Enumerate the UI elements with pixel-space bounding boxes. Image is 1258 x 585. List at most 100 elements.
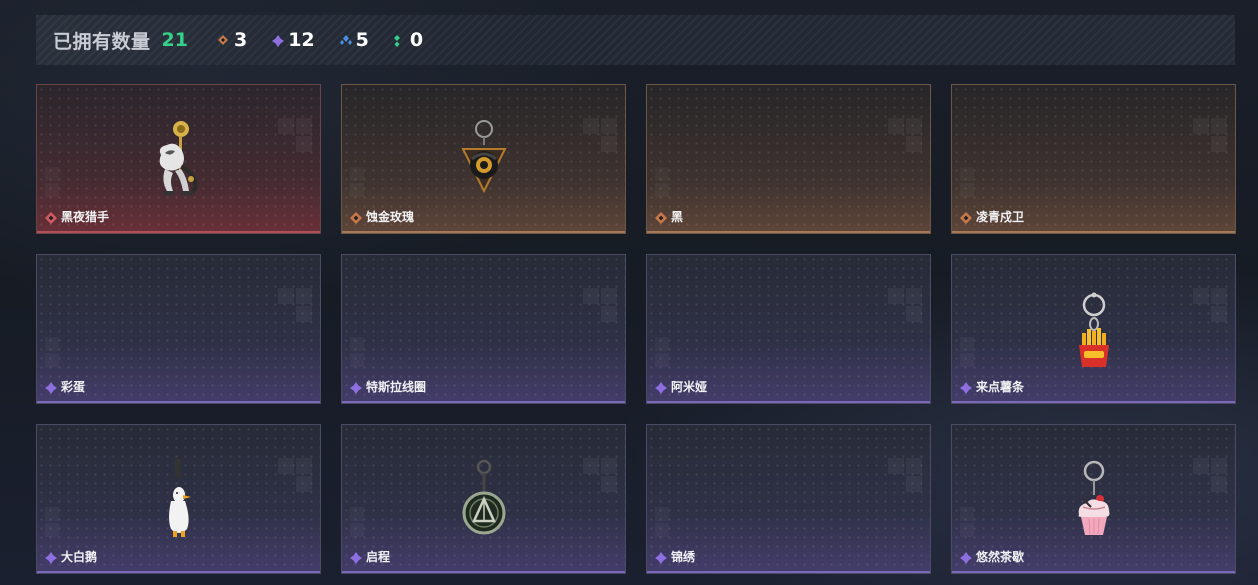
- card-decoration: [1193, 288, 1229, 328]
- charm-label: 悠然茶歇: [960, 548, 1024, 565]
- charm-card-jinxiu[interactable]: 锦绣: [646, 424, 931, 574]
- charm-card-gold-rose[interactable]: 蚀金玫瑰: [341, 84, 626, 234]
- charm-card-white-goose[interactable]: 大白鹅: [36, 424, 321, 574]
- gold-rose-charm-icon: [459, 119, 509, 201]
- card-decoration: [583, 288, 619, 328]
- charm-name: 彩蛋: [61, 380, 86, 394]
- charm-label: 锦绣: [655, 548, 695, 565]
- charm-label: 启程: [350, 548, 390, 565]
- charm-name: 悠然茶歇: [976, 550, 1025, 564]
- charm-card-easter-egg[interactable]: 彩蛋: [36, 254, 321, 404]
- green-rarity-count: 0: [393, 29, 424, 51]
- blue-rarity-count: 5: [339, 29, 369, 51]
- charm-name: 阿米娅: [671, 380, 708, 394]
- charm-label: 蚀金玫瑰: [350, 208, 414, 225]
- blue-count-value: 5: [355, 29, 369, 51]
- green-count-value: 0: [409, 29, 424, 51]
- purple-gem-icon: [960, 381, 972, 394]
- rarity-bar: [342, 231, 625, 233]
- night-hunter-charm-icon: [151, 119, 207, 205]
- charm-name: 锦绣: [671, 550, 696, 564]
- rarity-bar: [647, 571, 930, 573]
- card-decoration: [1193, 118, 1229, 158]
- charm-name: 黑夜猎手: [61, 210, 110, 224]
- charm-name: 启程: [366, 550, 391, 564]
- charm-card-departure[interactable]: 启程: [341, 424, 626, 574]
- green-gem-icon: [393, 35, 404, 47]
- orange-gem-icon: [350, 211, 362, 224]
- charm-card-tesla-coil[interactable]: 特斯拉线圈: [341, 254, 626, 404]
- card-decoration: [350, 507, 372, 547]
- rarity-bar: [342, 571, 625, 573]
- orange-gem-icon: [655, 211, 667, 224]
- card-decoration: [45, 167, 67, 207]
- charm-name: 特斯拉线圈: [366, 380, 427, 394]
- owned-count-title: 已拥有数量: [53, 30, 151, 53]
- rarity-bar: [952, 401, 1235, 403]
- card-decoration: [583, 458, 619, 498]
- orange-rarity-count: 3: [217, 29, 248, 51]
- charm-name: 来点薯条: [976, 380, 1025, 394]
- purple-gem-icon: [350, 381, 362, 394]
- card-decoration: [888, 458, 924, 498]
- card-decoration: [583, 118, 619, 158]
- red-gem-icon: [45, 211, 57, 224]
- purple-gem-icon: [655, 551, 667, 564]
- charm-label: 阿米娅: [655, 378, 707, 395]
- purple-gem-icon: [45, 381, 57, 394]
- card-decoration: [960, 337, 982, 377]
- charm-card-amiya[interactable]: 阿米娅: [646, 254, 931, 404]
- charm-label: 特斯拉线圈: [350, 378, 426, 395]
- card-decoration: [888, 288, 924, 328]
- rarity-bar: [647, 231, 930, 233]
- charm-label: 大白鹅: [45, 548, 97, 565]
- card-decoration: [960, 167, 982, 207]
- fries-keychain-icon: [1074, 291, 1114, 377]
- card-decoration: [45, 337, 67, 377]
- card-decoration: [278, 118, 314, 158]
- rarity-bar: [37, 571, 320, 573]
- charm-card-night-hunter[interactable]: 黑夜猎手: [36, 84, 321, 234]
- rarity-bar: [342, 401, 625, 403]
- card-decoration: [350, 337, 372, 377]
- rarity-bar: [37, 401, 320, 403]
- orange-gem-icon: [960, 211, 972, 224]
- card-decoration: [888, 118, 924, 158]
- card-decoration: [655, 167, 677, 207]
- charm-card-fries[interactable]: 来点薯条: [951, 254, 1236, 404]
- card-decoration: [960, 507, 982, 547]
- charm-label: 凌青戍卫: [960, 208, 1024, 225]
- purple-gem-icon: [272, 35, 285, 47]
- card-decoration: [350, 167, 372, 207]
- orange-gem-icon: [217, 35, 228, 45]
- owned-summary-bar: 已拥有数量 21 3 12 5 0: [36, 15, 1235, 65]
- rarity-bar: [647, 401, 930, 403]
- orange-count-value: 3: [233, 29, 248, 51]
- card-decoration: [278, 288, 314, 328]
- departure-medallion-icon: [461, 459, 507, 543]
- purple-rarity-count: 12: [272, 29, 315, 51]
- charm-name: 蚀金玫瑰: [366, 210, 415, 224]
- card-decoration: [45, 507, 67, 547]
- owned-total-count: 21: [161, 29, 188, 51]
- purple-gem-icon: [960, 551, 972, 564]
- charm-card-lingqing-guard[interactable]: 凌青戍卫: [951, 84, 1236, 234]
- purple-gem-icon: [350, 551, 362, 564]
- charm-name: 凌青戍卫: [976, 210, 1025, 224]
- rarity-bar: [952, 571, 1235, 573]
- blue-gem-icon: [339, 35, 352, 45]
- charm-label: 黑夜猎手: [45, 208, 109, 225]
- charm-collection-grid: 黑夜猎手 蚀金玫瑰 黑 凌青戍卫 彩蛋 特斯拉线圈 阿米娅 来点薯条 大白鹅 启…: [36, 84, 1236, 574]
- purple-count-value: 12: [288, 29, 315, 51]
- card-decoration: [278, 458, 314, 498]
- charm-label: 来点薯条: [960, 378, 1024, 395]
- charm-name: 大白鹅: [61, 550, 98, 564]
- charm-card-tea-break[interactable]: 悠然茶歇: [951, 424, 1236, 574]
- card-decoration: [1193, 458, 1229, 498]
- charm-card-hei[interactable]: 黑: [646, 84, 931, 234]
- charm-name: 黑: [671, 210, 684, 224]
- purple-gem-icon: [45, 551, 57, 564]
- rarity-bar: [952, 231, 1235, 233]
- purple-gem-icon: [655, 381, 667, 394]
- charm-label: 彩蛋: [45, 378, 85, 395]
